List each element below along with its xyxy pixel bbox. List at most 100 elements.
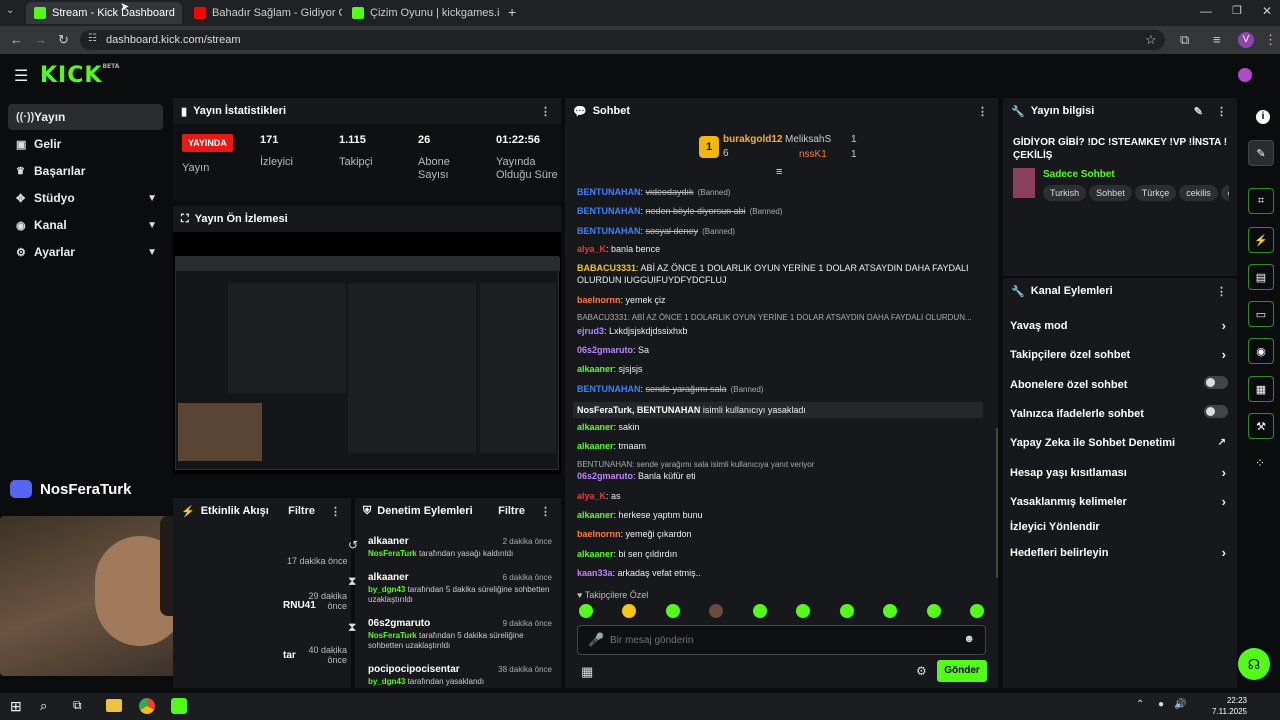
sidebar-item-kanal[interactable]: ◉ Kanal ▼ [8, 212, 163, 238]
tag[interactable]: Türkçe [1134, 185, 1177, 201]
chat-username[interactable]: BENTUNAHAN [577, 187, 641, 197]
chevron-right-icon[interactable]: › [1222, 318, 1226, 333]
back-icon[interactable]: ← [10, 32, 23, 47]
kick-logo[interactable]: KICKBETA [40, 63, 119, 88]
mic-tray-icon[interactable]: ● [1158, 699, 1164, 710]
action-followers-only[interactable]: Takipçilere özel sohbet › [1010, 347, 1232, 362]
browser-menu-icon[interactable]: ⋮ [1264, 32, 1277, 48]
mod-row[interactable]: ⧗ alkaaner 6 dakika önce by_dgn43 tarafında… [348, 572, 552, 605]
filter-button[interactable]: Filtre [498, 505, 525, 517]
chat-username[interactable]: BABACU3331 [577, 263, 636, 273]
minimize-icon[interactable]: — [1200, 4, 1212, 18]
chat-message[interactable]: 06s2gmaruto: Banla küfür eti [577, 470, 987, 482]
chevron-right-icon[interactable]: › [1222, 347, 1226, 362]
sidebar-item-studyo[interactable]: ✥ Stüdyo ▼ [8, 185, 163, 211]
chat-username[interactable]: kaan33a [577, 568, 613, 578]
support-headset-icon[interactable]: ☊ [1238, 648, 1270, 680]
kebab-icon[interactable]: ⋮ [1216, 285, 1227, 298]
chat-message[interactable]: alkaaner: tmaam [577, 440, 987, 452]
chat-message[interactable]: BENTUNAHAN: videodaydık (Banned) [577, 186, 987, 199]
emote-icon[interactable] [709, 604, 723, 618]
tab-kick-dashboard[interactable]: Stream - Kick Dashboard ✕ [26, 2, 182, 24]
chat-username[interactable]: ejrud3 [577, 326, 604, 336]
subscribers-only-toggle[interactable] [1204, 376, 1228, 389]
chat-username[interactable]: alkaaner [577, 364, 614, 374]
windows-start-icon[interactable]: ⊞ [10, 698, 22, 715]
chat-message[interactable]: alya_K: banla bence [577, 243, 987, 255]
rail-preview-button[interactable]: ⌗ [1248, 188, 1274, 214]
chat-message[interactable]: alkaaner: sjsjsjs [577, 363, 987, 375]
action-banned-words[interactable]: Yasaklanmış kelimeler › [1010, 494, 1232, 509]
new-tab-icon[interactable]: + [508, 4, 516, 20]
chat-username[interactable]: NosFeraTurk, BENTUNAHAN [577, 405, 700, 415]
rail-edit-button[interactable]: ✎ [1248, 140, 1274, 166]
mod-row[interactable]: ↺ alkaaner 2 dakika önce NosFeraTurk tarafı… [348, 536, 552, 559]
emote-icon[interactable] [796, 604, 810, 618]
chevron-down-icon[interactable]: ▼ [147, 193, 157, 204]
chat-username[interactable]: 06s2gmaruto [577, 345, 633, 355]
chat-message[interactable]: BENTUNAHAN: sosyal deney (Banned) [577, 225, 987, 238]
emote-icon[interactable] [579, 604, 593, 618]
chat-message[interactable]: kaan33a: arkadaş vefat etmiş.. [577, 567, 987, 579]
emote-icon[interactable] [622, 604, 636, 618]
action-set-goals[interactable]: Hedefleri belirleyin › [1010, 545, 1232, 560]
sidebar-item-ayarlar[interactable]: ⚙ Ayarlar ▼ [8, 239, 163, 265]
chat-message[interactable]: BENTUNAHAN: sende yarağımı sala (Banned) [577, 383, 987, 396]
tag[interactable]: cekilis [1179, 185, 1218, 201]
chat-username[interactable]: baelnornn [577, 295, 621, 305]
chat-message[interactable]: alkaaner: bi sen çıldırdın [577, 548, 987, 560]
action-emotes-only[interactable]: Yalnızca ifadelerle sohbet [1010, 405, 1232, 420]
tab-youtube[interactable]: Bahadır Sağlam - Gidiyor Gibiy ✕ [186, 2, 342, 24]
url-field[interactable]: ☷ dashboard.kick.com/stream [80, 30, 1165, 50]
chat-username[interactable]: alya_K [577, 491, 606, 501]
category-name[interactable]: Sadece Sohbet [1043, 169, 1115, 180]
chevron-right-icon[interactable]: › [1222, 465, 1226, 480]
chevron-down-icon[interactable]: ▼ [147, 220, 157, 231]
emote-icon[interactable] [883, 604, 897, 618]
info-icon[interactable]: i [1256, 110, 1270, 124]
action-subscribers-only[interactable]: Abonelere özel sohbet [1010, 376, 1232, 391]
chevron-right-icon[interactable]: › [1222, 545, 1226, 560]
filter-button[interactable]: Filtre [288, 505, 315, 517]
maximize-icon[interactable]: ❐ [1232, 4, 1242, 17]
send-button[interactable]: Gönder [937, 660, 987, 682]
extensions-icon[interactable]: ⧉ [1180, 32, 1189, 48]
tag[interactable]: eğ [1220, 185, 1229, 201]
chat-username[interactable]: BENTUNAHAN [577, 226, 641, 236]
emote-icon[interactable] [840, 604, 854, 618]
tag[interactable]: Sohbet [1089, 185, 1132, 201]
chat-message[interactable]: alya_K: as [577, 490, 987, 502]
mod-row[interactable]: ⧗ 06s2gmaruto 9 dakika önce NosFeraTurk tar… [348, 618, 552, 651]
emoji-icon[interactable]: ☻ [963, 633, 975, 645]
kebab-icon[interactable]: ⋮ [977, 105, 988, 118]
emotes-only-toggle[interactable] [1204, 405, 1228, 418]
tray-chevron-icon[interactable]: ⌃ [1136, 699, 1144, 710]
chat-username[interactable]: BENTUNAHAN [577, 206, 641, 216]
kebab-icon[interactable]: ⋮ [330, 505, 341, 518]
chevron-right-icon[interactable]: › [1222, 494, 1226, 509]
tag[interactable]: Turkish [1043, 185, 1087, 201]
chat-username[interactable]: BENTUNAHAN [577, 384, 641, 394]
action-slow-mode[interactable]: Yavaş mod › [1010, 318, 1232, 333]
store-icon[interactable]: ▦ [581, 664, 593, 680]
chat-username[interactable]: alkaaner [577, 549, 614, 559]
chat-message[interactable]: BABACU3331: ABİ AZ ÖNCE 1 DOLARLIK OYUN … [577, 262, 987, 286]
rail-activity-button[interactable]: ⚡ [1248, 227, 1274, 253]
hamburger-menu-icon[interactable]: ☰ [14, 66, 28, 86]
profile-avatar[interactable]: V [1238, 32, 1254, 48]
chat-input[interactable] [610, 632, 950, 648]
sidebar-item-basarilar[interactable]: ♛ Başarılar [8, 158, 163, 184]
more-icon[interactable]: ⁘ [1255, 456, 1265, 470]
emote-icon[interactable] [970, 604, 984, 618]
rail-tools-button[interactable]: ⚒ [1248, 413, 1274, 439]
action-redirect-viewers[interactable]: İzleyici Yönlendir [1010, 521, 1232, 533]
kick-app-icon[interactable] [171, 698, 187, 714]
sidebar-item-yayin[interactable]: ((·)) Yayın [8, 104, 163, 130]
kebab-icon[interactable]: ⋮ [540, 505, 551, 518]
emote-icon[interactable] [753, 604, 767, 618]
gear-icon[interactable]: ⚙ [916, 664, 927, 678]
chat-username[interactable]: alkaaner [577, 422, 614, 432]
rail-chat-button[interactable]: ▭ [1248, 301, 1274, 327]
rail-layout-button[interactable]: ▦ [1248, 376, 1274, 402]
chat-username[interactable]: baelnornn [577, 529, 621, 539]
